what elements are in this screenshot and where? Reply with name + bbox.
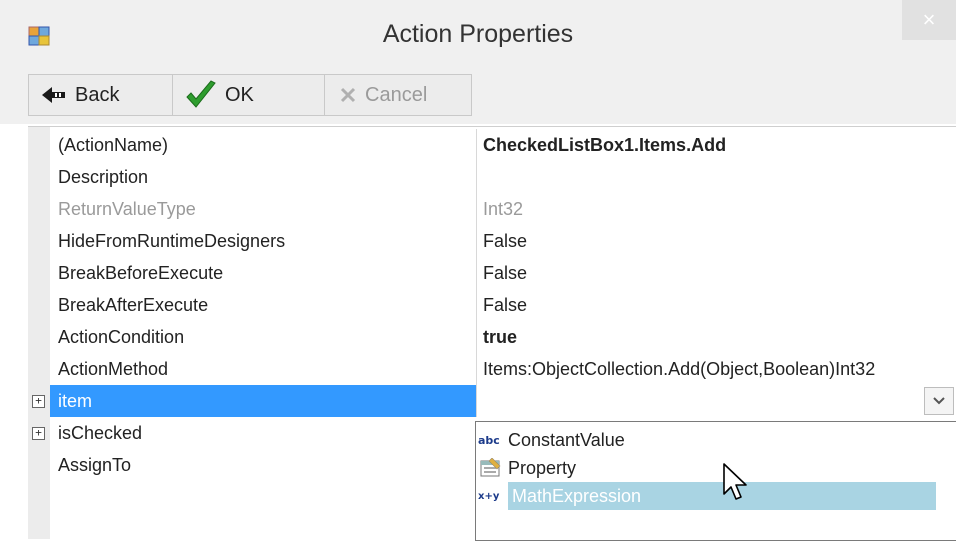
property-row-returnvaluetype: ReturnValueType Int32 [28,193,956,225]
property-name: ActionCondition [58,327,185,347]
cancel-button[interactable]: Cancel [325,75,471,115]
toolbar: Back OK Cancel [0,62,956,124]
dropdown-item-constantvalue[interactable]: abc ConstantValue [478,426,954,454]
property-name: AssignTo [58,455,132,475]
property-row-breakafterexecute[interactable]: BreakAfterExecute False [28,289,956,321]
property-value[interactable]: CheckedListBox1.Items.Add [476,129,956,161]
property-row-item[interactable]: + item [28,385,956,417]
property-value[interactable]: Items:ObjectCollection.Add(Object,Boolea… [476,353,956,385]
toolbar-button-group: Back OK Cancel [28,74,472,116]
close-button[interactable]: × [902,0,956,40]
back-arrow-icon [41,85,67,105]
property-icon [478,458,504,478]
dropdown-item-label: Property [508,458,577,478]
property-row-actioncondition[interactable]: ActionCondition true [28,321,956,353]
property-grid: (ActionName) CheckedListBox1.Items.Add D… [28,126,956,541]
cancel-label: Cancel [365,83,428,106]
property-value: Int32 [476,193,956,225]
property-row-description[interactable]: Description [28,161,956,193]
dropdown-button[interactable] [924,387,954,415]
property-row-actionname[interactable]: (ActionName) CheckedListBox1.Items.Add [28,129,956,161]
property-row-hidefromruntimedesigners[interactable]: HideFromRuntimeDesigners False [28,225,956,257]
expand-plus-icon[interactable]: + [32,427,45,440]
property-value[interactable] [476,161,956,193]
back-label: Back [75,83,120,106]
property-row-actionmethod[interactable]: ActionMethod Items:ObjectCollection.Add(… [28,353,956,385]
ok-button[interactable]: OK [173,75,325,115]
property-name: BreakAfterExecute [58,295,209,315]
property-name: ReturnValueType [58,199,196,219]
cancel-x-icon [339,86,357,104]
ok-label: OK [225,83,254,106]
property-value[interactable]: true [476,321,956,353]
dropdown-item-label: ConstantValue [508,430,625,450]
property-row-breakbeforeexecute[interactable]: BreakBeforeExecute False [28,257,956,289]
window-title: Action Properties [382,20,574,48]
svg-text:x+y: x+y [478,491,500,502]
checkmark-icon [185,80,217,110]
value-type-dropdown-list: abc ConstantValue Property x+y MathExpre… [475,421,956,541]
property-name: item [50,385,476,417]
property-name: (ActionName) [58,135,169,155]
property-name: Description [58,167,149,187]
close-icon: × [922,7,936,32]
mouse-pointer-icon [722,462,752,502]
chevron-down-icon [932,393,946,409]
back-button[interactable]: Back [29,75,173,115]
property-value[interactable]: False [476,257,956,289]
property-value[interactable]: False [476,225,956,257]
property-value[interactable]: False [476,289,956,321]
property-name: BreakBeforeExecute [58,263,224,283]
xy-icon: x+y [478,488,504,504]
property-name: HideFromRuntimeDesigners [58,231,286,251]
property-name: isChecked [58,423,143,443]
property-value[interactable] [476,385,956,417]
svg-text:abc: abc [478,434,500,447]
expand-plus-icon[interactable]: + [32,395,45,408]
dropdown-item-mathexpression[interactable]: x+y MathExpression [478,482,954,510]
property-name: ActionMethod [58,359,169,379]
abc-icon: abc [478,432,504,448]
dropdown-item-property[interactable]: Property [478,454,954,482]
